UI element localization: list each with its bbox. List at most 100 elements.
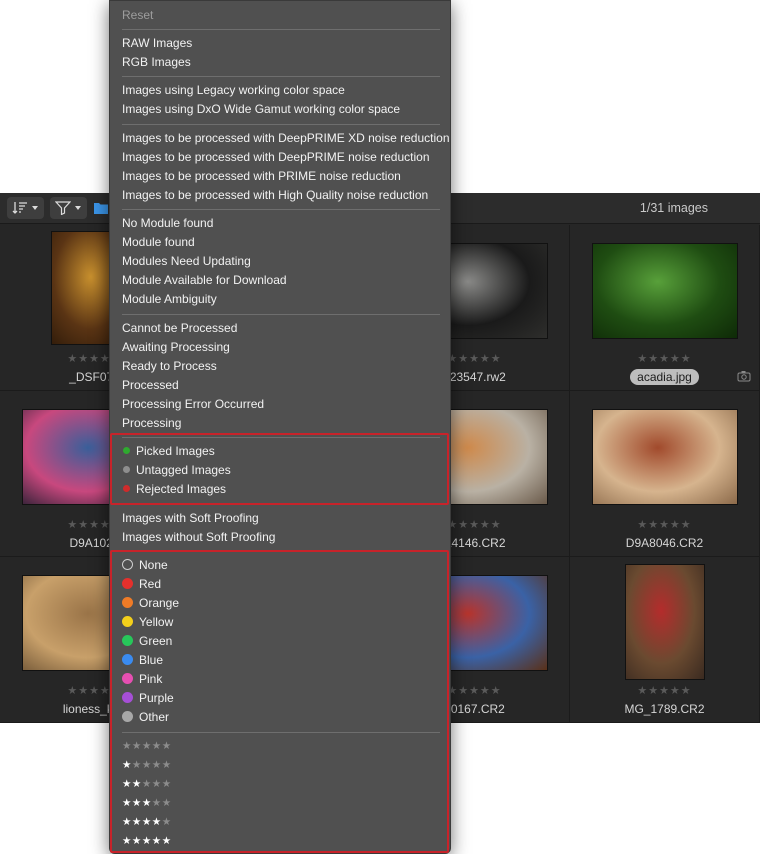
menu-item-tag-untagged[interactable]: Untagged Images bbox=[122, 461, 231, 480]
star-filled-icon: ★ bbox=[122, 816, 132, 828]
color-swatch-icon bbox=[122, 597, 133, 609]
menu-item-color-red[interactable]: Red bbox=[122, 575, 161, 594]
menu-item-color-green[interactable]: Green bbox=[122, 632, 172, 651]
star-empty-icon: ★ bbox=[131, 759, 142, 771]
star-empty-icon: ★ bbox=[141, 740, 152, 752]
star-filled-icon: ★ bbox=[131, 797, 142, 809]
star-filled-icon: ★ bbox=[141, 797, 152, 809]
menu-item-without-soft-proofing[interactable]: Images without Soft Proofing bbox=[122, 528, 275, 547]
tag-dot-icon bbox=[123, 447, 130, 455]
menu-item-color-other[interactable]: Other bbox=[122, 708, 169, 727]
menu-item-cannot-be-processed[interactable]: Cannot be Processed bbox=[122, 319, 237, 338]
camera-icon bbox=[737, 371, 751, 382]
star-empty-icon: ★ bbox=[122, 740, 132, 752]
filter-icon bbox=[55, 201, 71, 215]
menu-separator bbox=[122, 551, 440, 552]
star-empty-icon: ★ bbox=[141, 759, 152, 771]
menu-item-rating-5[interactable]: ★★★★★ bbox=[122, 832, 172, 851]
star-filled-icon: ★ bbox=[131, 816, 142, 828]
menu-item-ready-to-process[interactable]: Ready to Process bbox=[122, 357, 217, 376]
menu-item-rgb-images[interactable]: RGB Images bbox=[122, 53, 191, 72]
star-filled-icon: ★ bbox=[122, 797, 132, 809]
star-empty-icon: ★ bbox=[131, 740, 142, 752]
menu-item-color-purple[interactable]: Purple bbox=[122, 689, 174, 708]
star-filled-icon: ★ bbox=[141, 835, 152, 847]
color-label: Yellow bbox=[139, 615, 174, 629]
menu-separator bbox=[122, 314, 440, 315]
thumbnail-rating[interactable]: ★★★★★ bbox=[570, 518, 759, 531]
filter-menu: Reset RAW Images RGB Images Images using… bbox=[109, 0, 451, 854]
thumbnail-filename: acadia.jpg bbox=[570, 369, 759, 385]
filename-text: acadia.jpg bbox=[630, 369, 699, 385]
menu-item-color-none[interactable]: None bbox=[122, 556, 168, 575]
thumbnail-image[interactable] bbox=[592, 243, 738, 339]
star-empty-icon: ★ bbox=[161, 759, 172, 771]
star-filled-icon: ★ bbox=[141, 816, 152, 828]
menu-item-modules-need-updating[interactable]: Modules Need Updating bbox=[122, 252, 251, 271]
thumbnail-image[interactable] bbox=[625, 564, 705, 680]
filter-button[interactable] bbox=[50, 197, 87, 219]
menu-item-rating-3[interactable]: ★★★★★ bbox=[122, 794, 172, 813]
image-count: 1/31 images bbox=[639, 201, 708, 215]
menu-item-reset[interactable]: Reset bbox=[122, 6, 153, 25]
menu-item-wide-gamut-color-space[interactable]: Images using DxO Wide Gamut working colo… bbox=[122, 100, 400, 119]
filename-text: _0167.CR2 bbox=[444, 702, 505, 716]
sort-button[interactable] bbox=[7, 197, 44, 219]
menu-item-rating-4[interactable]: ★★★★★ bbox=[122, 813, 172, 832]
color-swatch-icon bbox=[122, 673, 133, 685]
menu-item-deepprime[interactable]: Images to be processed with DeepPRIME no… bbox=[122, 148, 430, 167]
tag-dot-icon bbox=[123, 485, 130, 493]
menu-item-high-quality[interactable]: Images to be processed with High Quality… bbox=[122, 186, 428, 205]
filename-text: A4146.CR2 bbox=[443, 536, 506, 550]
menu-item-module-ambiguity[interactable]: Module Ambiguity bbox=[122, 290, 217, 309]
menu-item-raw-images[interactable]: RAW Images bbox=[122, 34, 192, 53]
color-label: Purple bbox=[139, 691, 174, 705]
thumbnail-image[interactable] bbox=[592, 409, 738, 505]
menu-item-color-pink[interactable]: Pink bbox=[122, 670, 162, 689]
thumbnail-rating[interactable]: ★★★★★ bbox=[570, 684, 759, 697]
thumbnail-cell[interactable]: ★★★★★ D9A8046.CR2 bbox=[570, 391, 760, 557]
thumbnail-rating[interactable]: ★★★★★ bbox=[570, 352, 759, 365]
menu-item-color-orange[interactable]: Orange bbox=[122, 594, 179, 613]
star-empty-icon: ★ bbox=[141, 778, 152, 790]
menu-separator bbox=[122, 209, 440, 210]
star-filled-icon: ★ bbox=[122, 759, 132, 771]
menu-item-legacy-color-space[interactable]: Images using Legacy working color space bbox=[122, 81, 345, 100]
menu-item-processing-error[interactable]: Processing Error Occurred bbox=[122, 395, 264, 414]
menu-item-deepprime-xd[interactable]: Images to be processed with DeepPRIME XD… bbox=[122, 129, 450, 148]
color-swatch-icon bbox=[122, 616, 133, 628]
menu-item-color-blue[interactable]: Blue bbox=[122, 651, 163, 670]
star-filled-icon: ★ bbox=[122, 835, 132, 847]
menu-item-no-module-found[interactable]: No Module found bbox=[122, 214, 213, 233]
menu-item-processing[interactable]: Processing bbox=[122, 414, 181, 433]
star-empty-icon: ★ bbox=[151, 740, 162, 752]
menu-item-tag-picked[interactable]: Picked Images bbox=[122, 442, 215, 461]
tag-label: Untagged Images bbox=[136, 463, 231, 477]
menu-item-rating-0[interactable]: ★★★★★ bbox=[122, 737, 172, 756]
menu-item-awaiting-processing[interactable]: Awaiting Processing bbox=[122, 338, 230, 357]
folder-button[interactable] bbox=[92, 197, 110, 219]
screenshot-stage: 1/31 images ★★★★★ _DSF078 ★★★★★ 023547.rw2 ★… bbox=[0, 0, 760, 854]
menu-item-module-found[interactable]: Module found bbox=[122, 233, 195, 252]
menu-item-processed[interactable]: Processed bbox=[122, 376, 179, 395]
menu-item-rating-2[interactable]: ★★★★★ bbox=[122, 775, 172, 794]
star-empty-icon: ★ bbox=[151, 778, 162, 790]
menu-item-color-yellow[interactable]: Yellow bbox=[122, 613, 173, 632]
thumbnail-cell[interactable]: ★★★★★ acadia.jpg bbox=[570, 225, 760, 391]
tag-dot-icon bbox=[123, 466, 130, 474]
thumbnail-cell[interactable]: ★★★★★ MG_1789.CR2 bbox=[570, 557, 760, 723]
star-filled-icon: ★ bbox=[161, 835, 172, 847]
menu-item-module-available-download[interactable]: Module Available for Download bbox=[122, 271, 287, 290]
filename-text: D9A8046.CR2 bbox=[625, 536, 704, 550]
menu-item-tag-rejected[interactable]: Rejected Images bbox=[122, 480, 226, 499]
sort-icon bbox=[12, 202, 27, 214]
menu-separator bbox=[122, 437, 440, 438]
folder-icon bbox=[94, 203, 108, 214]
menu-item-prime[interactable]: Images to be processed with PRIME noise … bbox=[122, 167, 401, 186]
color-swatch-icon bbox=[122, 578, 133, 590]
star-empty-icon: ★ bbox=[161, 740, 172, 752]
menu-item-with-soft-proofing[interactable]: Images with Soft Proofing bbox=[122, 509, 259, 528]
menu-item-rating-1[interactable]: ★★★★★ bbox=[122, 756, 172, 775]
star-empty-icon: ★ bbox=[161, 797, 172, 809]
color-label: Other bbox=[139, 710, 170, 724]
